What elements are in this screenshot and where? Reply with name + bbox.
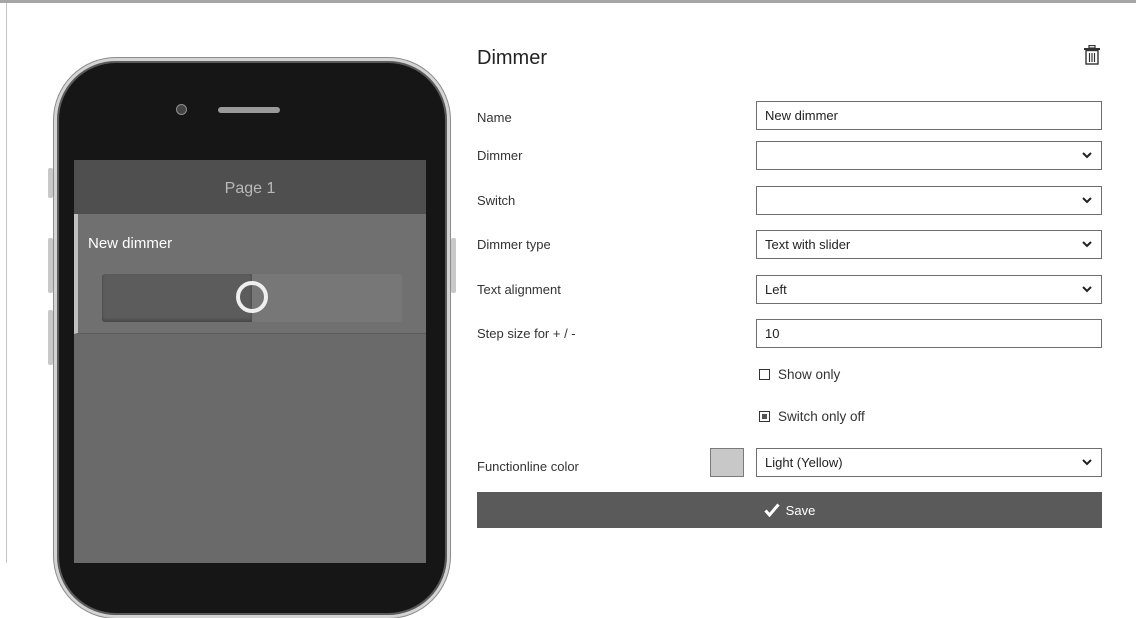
chevron-down-icon	[1082, 459, 1092, 466]
name-field[interactable]: New dimmer	[756, 101, 1102, 130]
show-only-checkbox[interactable]: Show only	[759, 367, 840, 382]
text-alignment-label: Text alignment	[477, 282, 561, 297]
camera-icon	[176, 104, 187, 115]
dimmer-type-value: Text with slider	[765, 237, 851, 252]
functionline-color-value: Light (Yellow)	[765, 455, 843, 470]
dimmer-label: Dimmer	[477, 148, 523, 163]
slider-fill	[102, 274, 252, 322]
trash-icon[interactable]	[1083, 45, 1101, 65]
slider-knob[interactable]	[236, 281, 268, 313]
phone-power-button	[451, 238, 456, 293]
phone-side-button	[48, 168, 53, 198]
chevron-down-icon	[1082, 241, 1092, 248]
dimmer-type-label: Dimmer type	[477, 237, 551, 252]
frame-top-border	[0, 0, 1136, 3]
dimmer-widget-preview[interactable]: New dimmer	[74, 214, 426, 334]
dimmer-slider[interactable]	[102, 274, 402, 322]
dimmer-select[interactable]	[756, 141, 1102, 170]
functionline-color-select[interactable]: Light (Yellow)	[756, 448, 1102, 477]
speaker-grille	[218, 107, 280, 113]
chevron-down-icon	[1082, 197, 1092, 204]
checkbox-icon[interactable]	[759, 369, 770, 380]
frame-left-border	[6, 3, 7, 563]
show-only-label: Show only	[778, 367, 841, 382]
save-button[interactable]: Save	[477, 492, 1102, 528]
text-alignment-select[interactable]: Left	[756, 275, 1102, 304]
checkmark-icon	[764, 503, 780, 517]
color-swatch[interactable]	[710, 448, 744, 477]
widget-label: New dimmer	[88, 235, 173, 252]
switch-select[interactable]	[756, 186, 1102, 215]
screen-page-title: Page 1	[74, 160, 426, 214]
functionline-color-label: Functionline color	[477, 459, 579, 474]
chevron-down-icon	[1082, 286, 1092, 293]
text-alignment-value: Left	[765, 282, 787, 297]
form-title: Dimmer	[477, 47, 547, 69]
phone-screen: Page 1 New dimmer	[74, 160, 426, 563]
name-label: Name	[477, 110, 512, 125]
step-size-field[interactable]: 10	[756, 319, 1102, 348]
chevron-down-icon	[1082, 152, 1092, 159]
step-size-label: Step size for + / -	[477, 326, 576, 341]
phone-volume-down-button	[48, 310, 53, 365]
switch-label: Switch	[477, 193, 516, 208]
dimmer-type-select[interactable]: Text with slider	[756, 230, 1102, 259]
save-label: Save	[785, 502, 816, 518]
switch-only-off-label: Switch only off	[778, 409, 865, 424]
switch-only-off-checkbox[interactable]: Switch only off	[759, 409, 865, 424]
checkbox-icon[interactable]	[759, 411, 770, 422]
phone-volume-up-button	[48, 238, 53, 293]
